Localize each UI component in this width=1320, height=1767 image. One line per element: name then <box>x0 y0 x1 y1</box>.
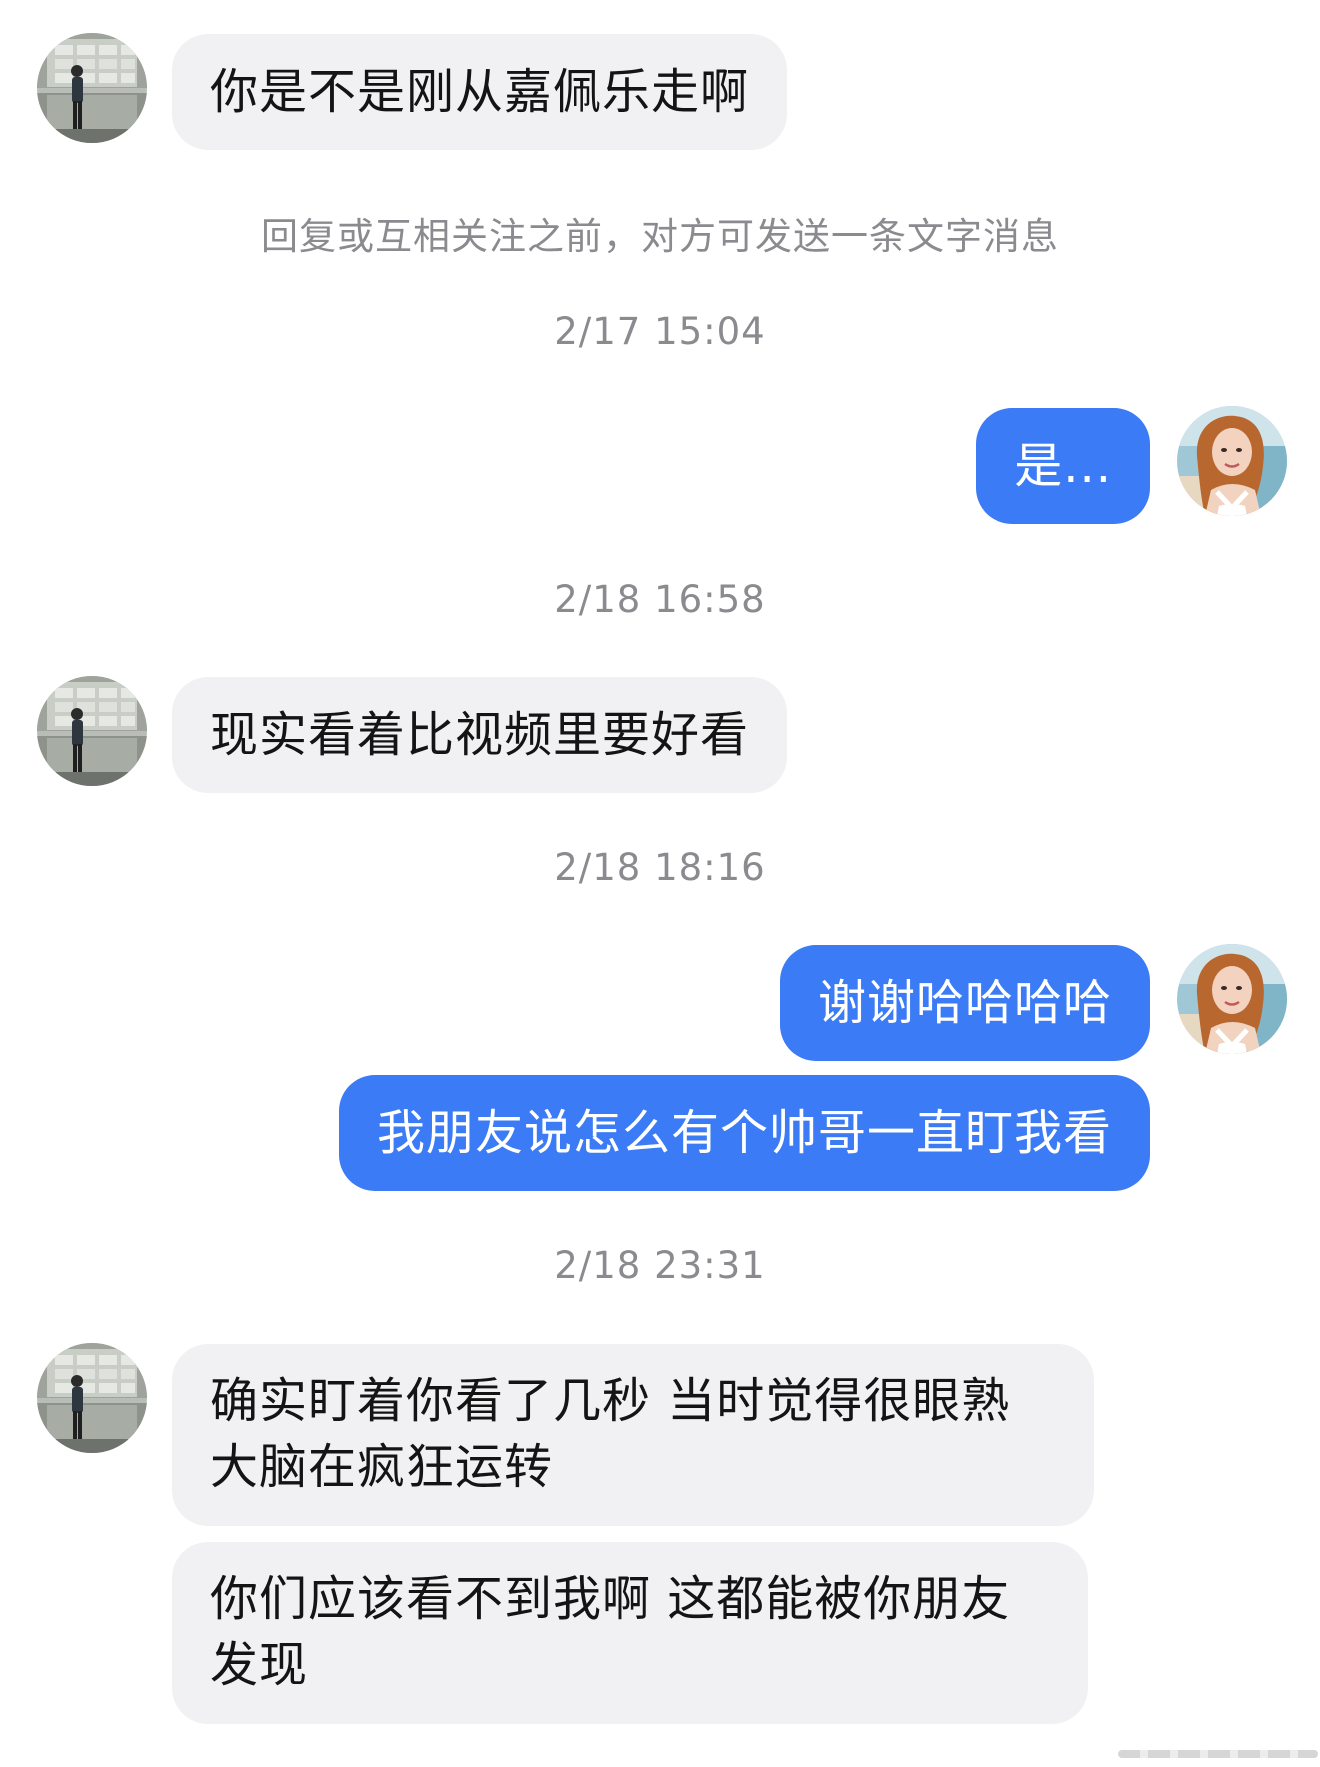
incoming-message-bubble[interactable]: 你们应该看不到我啊 这都能被你朋友 发现 <box>172 1542 1088 1724</box>
other-user-avatar[interactable] <box>37 1343 147 1453</box>
other-user-avatar[interactable] <box>37 33 147 143</box>
message-line: 发现 <box>210 1637 309 1693</box>
system-notice: 回复或互相关注之前，对方可发送一条文字消息 <box>261 215 1059 258</box>
my-avatar[interactable] <box>1177 406 1287 516</box>
watermark-strip <box>1118 1750 1318 1758</box>
message-line: 确实盯着你看了几秒 当时觉得很眼熟 <box>210 1373 1011 1429</box>
outgoing-message-bubble[interactable]: 是... <box>976 408 1150 524</box>
message-line: 大脑在疯狂运转 <box>210 1439 554 1495</box>
incoming-message-bubble[interactable]: 现实看着比视频里要好看 <box>172 677 788 793</box>
outgoing-message-bubble[interactable]: 谢谢哈哈哈哈 <box>779 945 1150 1061</box>
my-avatar[interactable] <box>1177 944 1287 1054</box>
timestamp: 2/17 15:04 <box>554 310 766 353</box>
timestamp: 2/18 23:31 <box>554 1244 766 1287</box>
chat-thread[interactable]: 你是不是刚从嘉佩乐走啊 回复或互相关注之前，对方可发送一条文字消息 2/17 1… <box>0 0 1320 1767</box>
message-line: 你们应该看不到我啊 这都能被你朋友 <box>210 1571 1011 1627</box>
other-user-avatar[interactable] <box>37 676 147 786</box>
timestamp: 2/18 16:58 <box>554 578 766 621</box>
outgoing-message-bubble[interactable]: 我朋友说怎么有个帅哥一直盯我看 <box>338 1075 1150 1191</box>
incoming-message-bubble[interactable]: 你是不是刚从嘉佩乐走啊 <box>172 34 788 150</box>
incoming-message-bubble[interactable]: 确实盯着你看了几秒 当时觉得很眼熟 大脑在疯狂运转 <box>172 1344 1094 1526</box>
timestamp: 2/18 18:16 <box>554 846 766 889</box>
